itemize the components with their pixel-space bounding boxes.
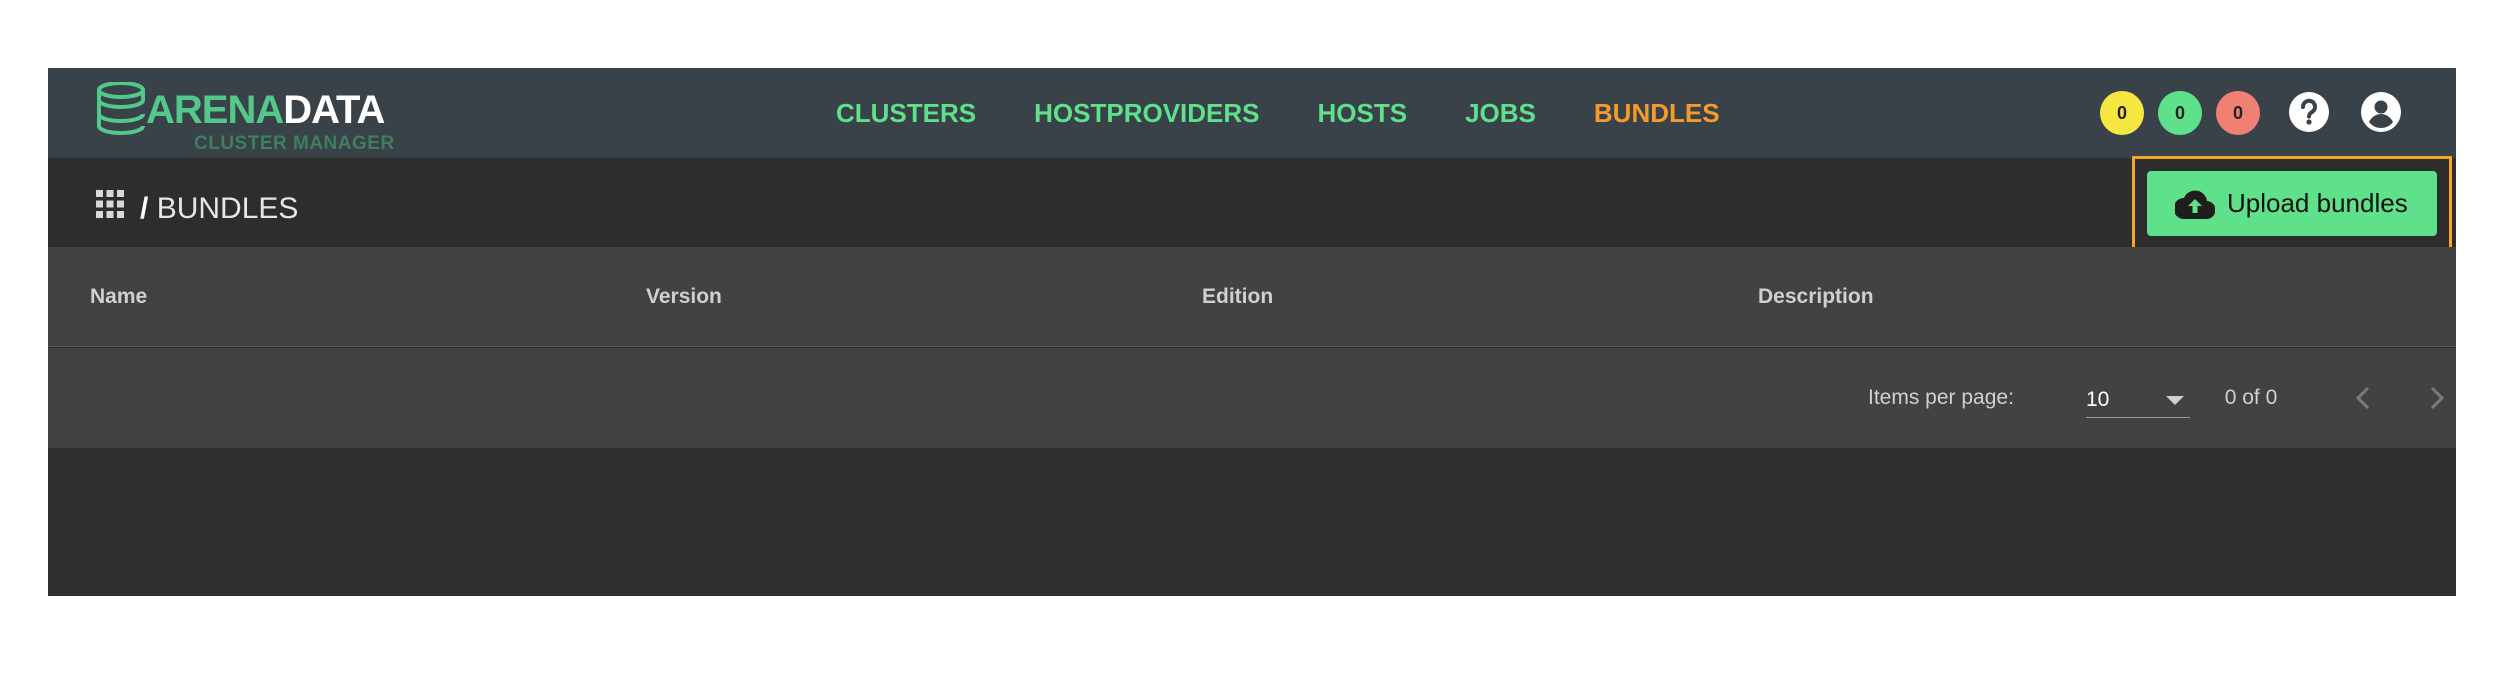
logo-word-arena: ARENA: [146, 88, 284, 132]
nav-clusters[interactable]: CLUSTERS: [836, 100, 976, 126]
column-header-description[interactable]: Description: [1758, 247, 1874, 347]
upload-bundles-button[interactable]: Upload bundles: [2147, 171, 2437, 236]
items-per-page-label: Items per page:: [1868, 386, 2014, 409]
help-icon[interactable]: [2288, 91, 2330, 133]
upload-bundles-label: Upload bundles: [2227, 188, 2408, 218]
nav-hosts[interactable]: HOSTS: [1318, 100, 1408, 126]
top-bar: ARENADATA CLUSTER MANAGER CLUSTERS HOSTP…: [48, 68, 2456, 158]
database-logo-icon: [97, 82, 145, 136]
account-circle-icon[interactable]: [2360, 91, 2402, 133]
items-per-page-value: 10: [2086, 388, 2110, 411]
column-header-name[interactable]: Name: [90, 247, 147, 347]
column-header-version[interactable]: Version: [646, 247, 722, 347]
breadcrumb-separator: /: [140, 192, 149, 225]
logo-wordmark: ARENADATA: [146, 88, 385, 132]
arenadata-logo[interactable]: ARENADATA CLUSTER MANAGER: [96, 74, 426, 154]
failed-count-badge[interactable]: 0: [2216, 91, 2260, 135]
nav-hostproviders[interactable]: HOSTPROVIDERS: [1034, 100, 1259, 126]
next-page-icon[interactable]: [2416, 378, 2456, 418]
nav-bundles[interactable]: BUNDLES: [1594, 100, 1720, 126]
warning-count-badge[interactable]: 0: [2100, 91, 2144, 135]
breadcrumb-bar: [48, 158, 2456, 247]
chevron-down-icon: [2166, 396, 2184, 405]
app-window: ARENADATA CLUSTER MANAGER CLUSTERS HOSTP…: [48, 68, 2456, 596]
logo-subtitle: CLUSTER MANAGER: [194, 133, 395, 154]
breadcrumb-current: BUNDLES: [156, 192, 299, 225]
nav-jobs[interactable]: JOBS: [1465, 100, 1536, 126]
apps-grid-icon[interactable]: [96, 190, 124, 218]
previous-page-icon[interactable]: [2344, 378, 2384, 418]
success-count-badge[interactable]: 0: [2158, 91, 2202, 135]
page-range-label: 0 of 0: [2224, 386, 2278, 409]
breadcrumb: / BUNDLES: [140, 194, 298, 224]
table-header: Name Version Edition Description: [48, 247, 2456, 347]
items-per-page-select[interactable]: 10: [2086, 378, 2190, 418]
cloud-upload-icon: [2175, 190, 2215, 219]
logo-word-data: DATA: [283, 88, 385, 132]
main-nav: CLUSTERS HOSTPROVIDERS HOSTS JOBS BUNDLE…: [836, 68, 1720, 158]
column-header-edition[interactable]: Edition: [1202, 247, 1273, 347]
paginator: Items per page: 10 0 of 0: [48, 348, 2456, 448]
